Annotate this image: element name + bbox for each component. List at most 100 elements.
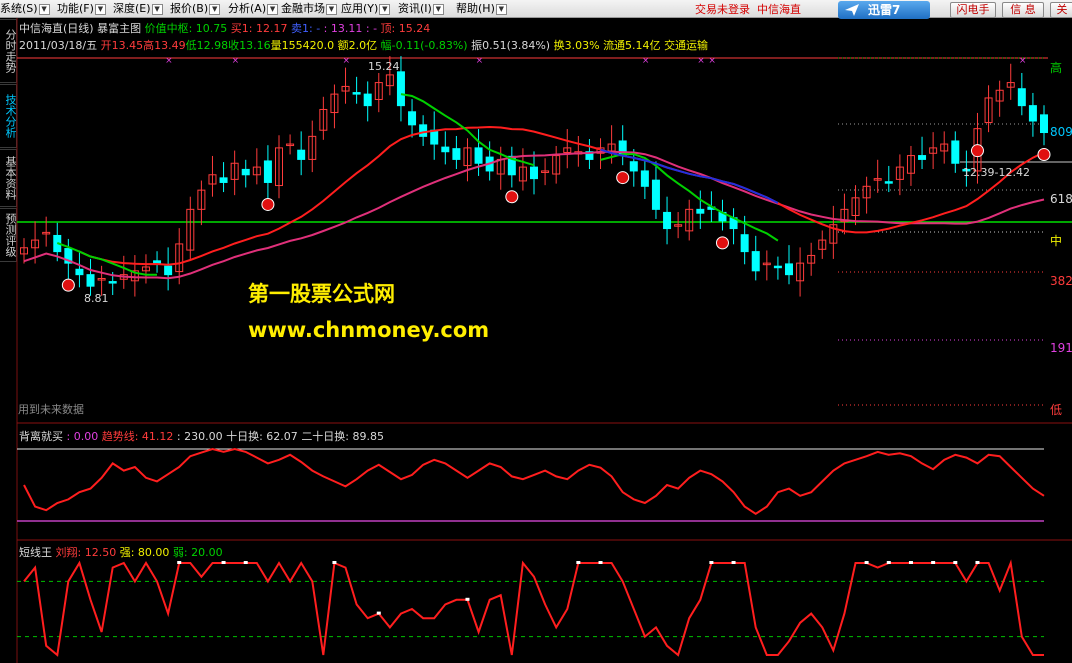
future-data-note: 用到未来数据 bbox=[18, 403, 84, 416]
candle-body bbox=[1040, 114, 1048, 134]
candle-body bbox=[263, 160, 272, 183]
candle-body bbox=[785, 263, 793, 276]
quote-high: 高13.49 bbox=[143, 39, 186, 52]
signal-marker-icon bbox=[953, 561, 958, 564]
candle-body bbox=[363, 93, 372, 107]
trough-label: 8.81 bbox=[84, 292, 109, 305]
top-marker-icon: × bbox=[343, 56, 351, 66]
signal-marker-icon bbox=[332, 561, 337, 564]
chart-canvas: × × × × × × × × bbox=[16, 18, 1072, 663]
candle-body bbox=[773, 265, 782, 269]
signal-marker-icon bbox=[886, 561, 891, 564]
candle-body bbox=[884, 181, 893, 184]
candle-body bbox=[751, 251, 760, 272]
panel2-header: 背离就买 : 0.00 趋势线: 41.12 : 230.00 十日换: 62.… bbox=[19, 428, 384, 444]
buy-marker-icon bbox=[616, 171, 630, 185]
buy-marker-icon bbox=[505, 190, 519, 204]
candle-body bbox=[75, 268, 84, 276]
quote-open: 开13.45 bbox=[100, 39, 144, 52]
quote-line: 2011/03/18/五 开13.45高13.49低12.98收13.16量15… bbox=[19, 37, 708, 53]
indicator-title: 暴富主图 bbox=[97, 22, 142, 35]
candle-body bbox=[1017, 88, 1026, 107]
candle-body bbox=[452, 148, 461, 160]
panel2-trend: 趋势线: 41.12 bbox=[101, 430, 174, 443]
buy-marker-icon bbox=[261, 197, 275, 211]
panel3-title: 短线王 bbox=[19, 546, 52, 559]
buy-marker-icon bbox=[970, 144, 984, 158]
top-marker-icon: × bbox=[165, 56, 173, 66]
quote-date: 2011/03/18/五 bbox=[19, 39, 98, 52]
candle-body bbox=[663, 211, 672, 230]
signal-marker-icon bbox=[931, 561, 936, 564]
top-marker-icon: × bbox=[232, 56, 240, 66]
panel3-weak: 弱: 20.00 bbox=[172, 546, 223, 559]
panel3-strong: 强: 80.00 bbox=[119, 546, 170, 559]
candle-body bbox=[164, 265, 173, 276]
panel3-liu: 刘翔: 12.50 bbox=[55, 546, 117, 559]
quote-industry: 交通运输 bbox=[664, 39, 709, 52]
candle-body bbox=[297, 149, 306, 160]
watermark-url: www.chnmoney.com bbox=[248, 318, 490, 342]
buy-marker-icon bbox=[61, 278, 75, 292]
quote-low: 低12.98 bbox=[185, 39, 229, 52]
signal-marker-icon bbox=[709, 561, 714, 564]
value-center: 价值中枢: 10.75 bbox=[144, 22, 228, 35]
candle-body bbox=[153, 260, 162, 264]
candle-body bbox=[530, 166, 538, 180]
candle-body bbox=[441, 146, 450, 153]
quote-float-cap: 流通5.14亿 bbox=[603, 39, 661, 52]
candle-body bbox=[740, 234, 749, 253]
panel2-title: 背离就买 bbox=[19, 430, 63, 443]
level-191-label: 191 bbox=[1050, 341, 1072, 355]
level-mid-label: 中 bbox=[1050, 234, 1063, 248]
panel2-value: : 0.00 bbox=[66, 430, 99, 443]
candle-body bbox=[640, 170, 649, 187]
top-marker-icon: × bbox=[708, 56, 716, 66]
signal-marker-icon bbox=[864, 561, 869, 564]
signal-marker-icon bbox=[177, 561, 182, 564]
candle-body bbox=[651, 179, 660, 210]
indicator-header: 中信海直(日线) 暴富主图 价值中枢: 10.75 买1: 12.17 卖1: … bbox=[19, 20, 430, 36]
signal-marker-icon bbox=[908, 561, 913, 564]
signal-marker-icon bbox=[465, 597, 470, 601]
buy-marker-icon bbox=[715, 236, 729, 250]
quote-turnover: 换3.03% bbox=[553, 39, 600, 52]
level-382-label: 382 bbox=[1050, 274, 1072, 288]
candle-body bbox=[430, 129, 439, 145]
candle-body bbox=[918, 155, 927, 160]
signal-marker-icon bbox=[731, 561, 736, 564]
panel2-ten-day: 十日换: 62.07 bbox=[226, 430, 298, 443]
quote-volume: 量155420.0 bbox=[270, 39, 335, 52]
candle-body bbox=[951, 140, 960, 164]
candle-body bbox=[219, 177, 228, 183]
quote-close: 收13.16 bbox=[228, 39, 271, 52]
signal-marker-icon bbox=[221, 561, 226, 564]
level-618-label: 618 bbox=[1050, 192, 1072, 206]
level-low-label: 低 bbox=[1050, 403, 1063, 417]
sell-level-1: 卖1: - bbox=[291, 22, 321, 35]
candle-body bbox=[1028, 105, 1037, 122]
quote-change: 幅-0.11(-0.83%) bbox=[380, 39, 468, 52]
signal-marker-icon bbox=[243, 561, 248, 564]
buy-level-1: 买1: 12.17 bbox=[230, 22, 288, 35]
signal-marker-icon bbox=[975, 561, 980, 564]
candle-body bbox=[408, 111, 417, 126]
signal-marker-icon bbox=[598, 561, 603, 564]
top-marker-icon: × bbox=[1019, 56, 1027, 66]
buy-level-2: : 13.11 : - bbox=[323, 22, 378, 35]
candle-body bbox=[419, 124, 428, 137]
level-high-label: 高 bbox=[1050, 61, 1063, 75]
range-label: 12.39-12.42 bbox=[963, 166, 1030, 179]
panel2-value2: : 230.00 bbox=[176, 430, 223, 443]
top-marker-icon: × bbox=[476, 56, 484, 66]
signal-marker-icon bbox=[576, 561, 581, 564]
stock-name: 中信海直(日线) bbox=[19, 22, 94, 35]
candle-body bbox=[86, 274, 95, 287]
candle-body bbox=[108, 281, 117, 284]
candle-body bbox=[629, 161, 638, 172]
ma-red-line bbox=[78, 125, 1045, 266]
panel3-liu-line bbox=[23, 559, 1044, 657]
signal-marker-icon bbox=[376, 611, 381, 615]
buy-marker-icon bbox=[1037, 148, 1051, 162]
candle-body bbox=[241, 168, 250, 176]
